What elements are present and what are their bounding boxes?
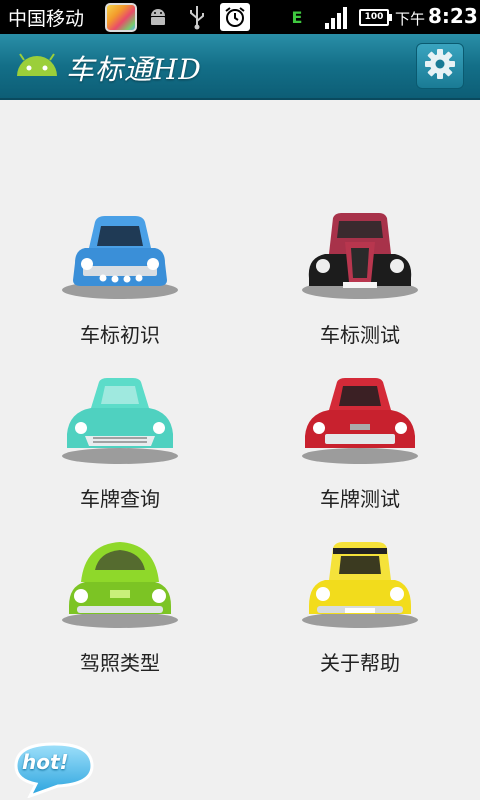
red-vintage-car-icon <box>295 208 425 303</box>
time-period: 下午 <box>395 10 426 28</box>
menu-item-logo-test[interactable]: 车标测试 <box>260 208 460 368</box>
menu-item-plate-test[interactable]: 车牌测试 <box>260 372 460 532</box>
app-title-bar: 车标通HD <box>0 34 480 100</box>
menu-label: 关于帮助 <box>320 651 400 675</box>
menu-label: 车牌测试 <box>320 487 400 511</box>
carrier-name: 中国移动 <box>8 7 85 30</box>
menu-item-logo-intro[interactable]: 车标初识 <box>20 208 220 368</box>
edge-network-icon: E <box>291 7 303 27</box>
teal-car-icon <box>55 372 185 467</box>
app-thumbnail-icon <box>105 3 137 32</box>
blue-car-icon <box>55 208 185 303</box>
menu-label: 驾照类型 <box>80 651 160 675</box>
red-car-icon <box>295 372 425 467</box>
menu-label: 车牌查询 <box>80 487 160 511</box>
hot-label: hot! <box>22 750 69 774</box>
yellow-car-icon <box>295 536 425 631</box>
alarm-icon <box>220 3 250 31</box>
app-title: 车标通HD <box>66 53 202 86</box>
status-bar: 中国移动 E 100 下午 8:23 <box>0 0 480 34</box>
green-beetle-car-icon <box>55 536 185 631</box>
android-logo-icon <box>14 52 60 82</box>
menu-label: 车标测试 <box>320 323 400 347</box>
clock-time: 8:23 <box>428 4 478 28</box>
hot-button[interactable]: hot! <box>8 738 100 799</box>
menu-item-plate-query[interactable]: 车牌查询 <box>20 372 220 532</box>
settings-button[interactable] <box>416 43 464 89</box>
android-notification-icon <box>146 3 170 31</box>
usb-icon <box>186 3 208 31</box>
gear-icon <box>422 46 458 86</box>
menu-item-license-type[interactable]: 驾照类型 <box>20 536 220 696</box>
signal-icon <box>323 5 349 29</box>
menu-item-about-help[interactable]: 关于帮助 <box>260 536 460 696</box>
main-menu-grid: 车标初识 车标测试 车牌查询 车牌测试 驾照类型 关于帮助 <box>0 100 480 700</box>
menu-label: 车标初识 <box>80 323 160 347</box>
battery-icon: 100 <box>359 9 392 26</box>
